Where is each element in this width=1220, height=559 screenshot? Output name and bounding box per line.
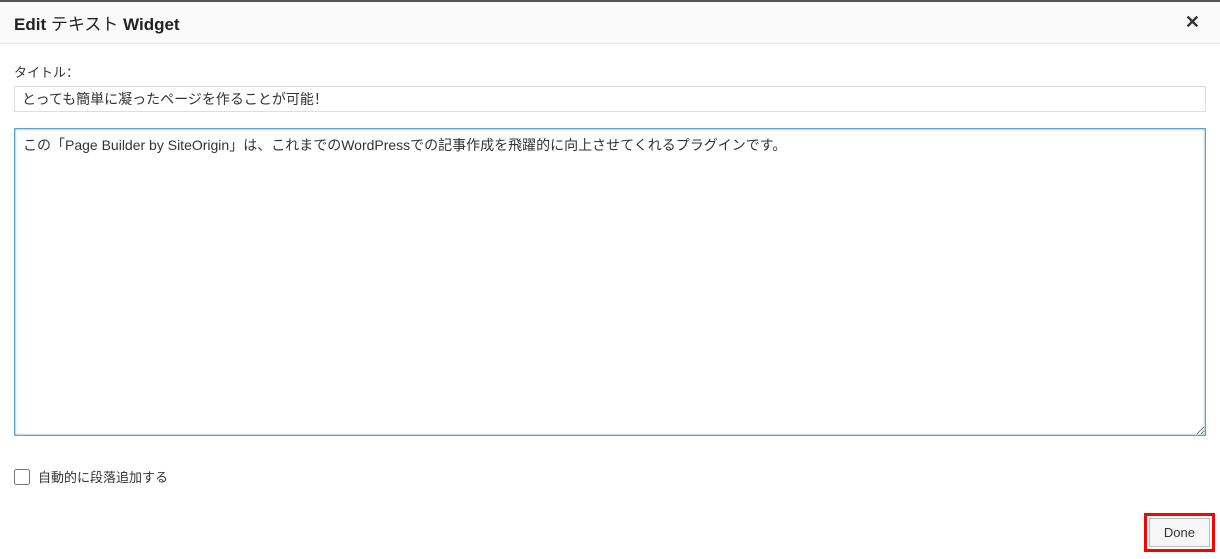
modal-footer: Done bbox=[0, 508, 1220, 559]
title-prefix: Edit bbox=[14, 15, 46, 34]
title-suffix: Widget bbox=[123, 15, 180, 34]
modal-body: タイトル： この「Page Builder by SiteOrigin」は、これ… bbox=[0, 44, 1220, 500]
modal-header: Edit テキスト Widget ✕ bbox=[0, 0, 1220, 44]
done-button[interactable]: Done bbox=[1149, 518, 1210, 547]
auto-paragraph-label: 自動的に段落追加する bbox=[38, 467, 168, 486]
close-icon[interactable]: ✕ bbox=[1179, 10, 1206, 35]
title-field-label: タイトル： bbox=[14, 62, 1206, 81]
auto-paragraph-checkbox[interactable] bbox=[14, 469, 30, 485]
auto-paragraph-row: 自動的に段落追加する bbox=[14, 467, 1206, 486]
modal-title: Edit テキスト Widget bbox=[14, 10, 180, 35]
title-middle: テキスト bbox=[51, 15, 119, 34]
title-input[interactable] bbox=[14, 86, 1206, 112]
content-textarea[interactable]: この「Page Builder by SiteOrigin」は、これまでのWor… bbox=[14, 128, 1206, 436]
